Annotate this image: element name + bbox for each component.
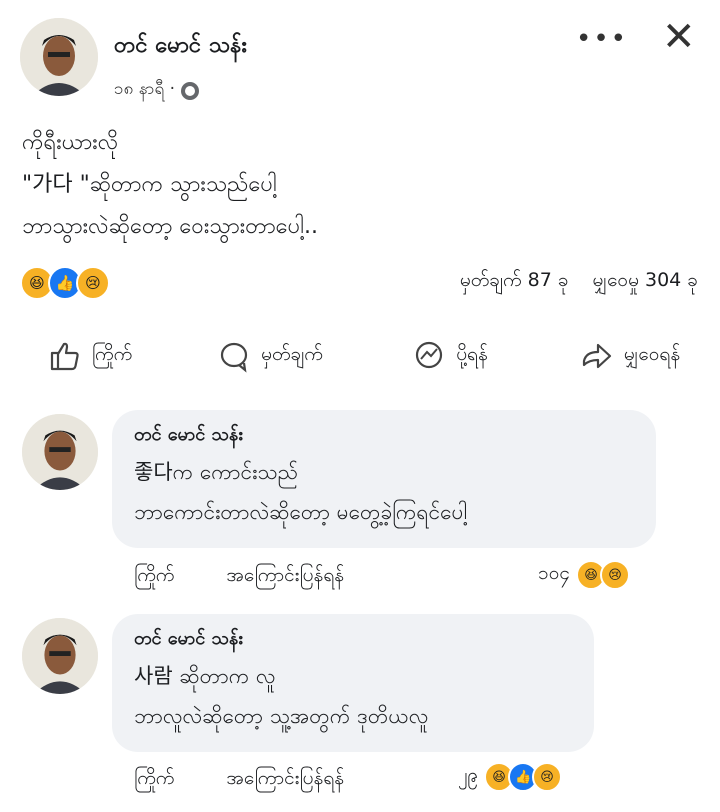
comment-author[interactable]: တင် မောင် သန်း [134,626,243,653]
share-count[interactable]: မျှဝေမှု 304 ခု [593,268,698,296]
sad-reaction-icon: 😢 [600,560,631,590]
comment-line: 좋다က ကောင်းသည် [134,460,299,484]
send-label: ပို့ရန် [456,343,488,365]
comment-reply-button[interactable]: အကြောင်းပြန်ရန် [226,563,344,591]
post-body: ကိုရီးယားလို "가다 "ဆိုတာက သွားသည်ပေါ့ ဘာသ… [22,122,318,248]
like-label: ကြိုက် [91,343,133,365]
avatar-photo [22,414,98,490]
comment-line: 사람 ဆိုတာက လူ [134,664,276,688]
comment-like-button[interactable]: ကြိုက် [134,563,174,591]
comment-actions: ကြိုက် အကြောင်းပြန်ရန် [134,766,344,794]
post-line: ဘာသွားလဲဆိုတော့ ဝေးသွားတာပေါ့.. [22,214,318,239]
comment-author[interactable]: တင် မောင် သန်း [134,422,243,449]
comment-reactions[interactable]: ၁၀၄ 😆 😢 [538,560,631,590]
comment-icon [221,342,248,373]
more-options-button[interactable]: ••• [576,24,628,54]
avatar-photo [22,618,98,694]
share-arrow-icon [582,343,611,369]
comment-text: 좋다က ကောင်းသည် ဘာကောင်းတာလဲဆိုတော့ မတွေ့ခ… [134,452,467,532]
post-reactions[interactable]: 😆 👍 😢 [20,266,110,300]
comment-line: ဘာလူလဲဆိုတော့ သူ့အတွက် ဒုတိယလူ [134,704,429,728]
comment-text: 사람 ဆိုတာက လူ ဘာလူလဲဆိုတော့ သူ့အတွက် ဒုတိ… [134,656,428,736]
post-author-avatar[interactable] [20,18,98,96]
comment-like-button[interactable]: ကြိုက် [134,766,174,794]
post-meta: ၁၈ နာရီ · [114,78,200,103]
close-button[interactable]: ✕ [662,14,696,60]
share-button[interactable]: မျှဝေရန် [540,332,720,380]
comment-avatar[interactable] [22,414,98,490]
comment-label: မှတ်ချက် [261,343,323,365]
comment-button[interactable]: မှတ်ချက် [180,332,360,380]
comment-reaction-count: ၂၉ [458,764,479,786]
avatar-photo [20,18,98,96]
comment-reply-button[interactable]: အကြောင်းပြန်ရန် [226,766,344,794]
comment-reaction-count: ၁၀၄ [538,562,571,584]
comment-count[interactable]: မှတ်ချက် 87 ခု [460,268,569,296]
post-action-bar: ကြိုက် မှတ်ချက် ပို့ရန် မျှဝေရန် [0,332,720,380]
post-stats: မှတ်ချက် 87 ခု မျှဝေမှု 304 ခု [460,268,698,296]
post-author-name[interactable]: တင် မောင် သန်း [114,30,247,63]
globe-icon [181,81,200,100]
send-button[interactable]: ပို့ရန် [360,332,540,380]
post-line: "가다 "ဆိုတာက သွားသည်ပေါ့ [22,172,277,197]
like-button[interactable]: ကြိုက် [0,332,180,380]
post-line: ကိုရီးယားလို [22,130,119,155]
post-time: ၁၈ နာရီ · [114,79,176,99]
sad-reaction-icon: 😢 [532,762,563,792]
comment-avatar[interactable] [22,618,98,694]
comment-line: ဘာကောင်းတာလဲဆိုတော့ မတွေ့ခဲ့ကြရင်ပေါ့ [134,500,468,524]
comment-actions: ကြိုက် အကြောင်းပြန်ရန် [134,563,344,591]
comment-reactions[interactable]: ၂၉ 😆 👍 😢 [458,762,563,792]
thumbs-up-icon [50,342,79,371]
sad-reaction-icon: 😢 [76,266,110,300]
share-label: မျှဝေရန် [623,343,681,365]
messenger-icon [416,341,443,369]
